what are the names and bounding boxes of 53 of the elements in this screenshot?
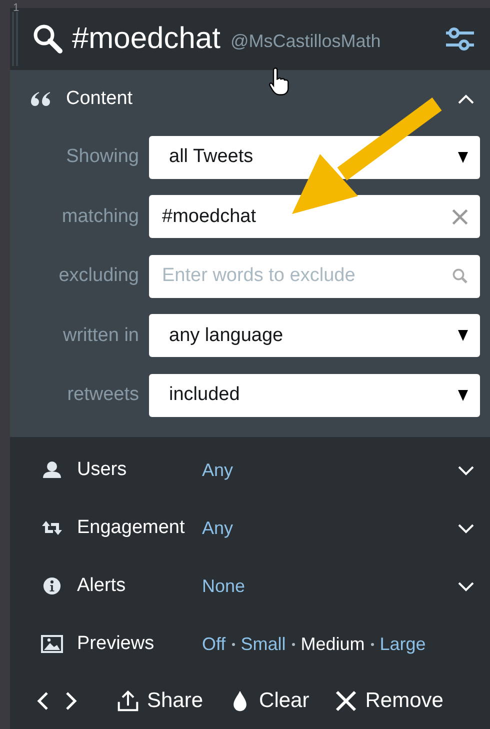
clear-icon[interactable] bbox=[452, 208, 468, 225]
clear-button[interactable]: Clear bbox=[229, 689, 310, 713]
close-icon bbox=[335, 690, 358, 712]
image-icon bbox=[41, 635, 63, 653]
chevron-icon[interactable] bbox=[456, 522, 476, 534]
preview-option[interactable]: Medium bbox=[300, 634, 365, 654]
preview-option[interactable]: Off bbox=[202, 634, 226, 654]
dropdown[interactable]: included bbox=[149, 374, 480, 417]
next-icon[interactable] bbox=[65, 691, 77, 711]
column-number: 1 bbox=[13, 1, 20, 15]
separator-dot bbox=[292, 642, 295, 646]
chevron-icon[interactable] bbox=[456, 580, 476, 592]
account-name: @MsCastillosMath bbox=[230, 31, 381, 52]
info-icon bbox=[41, 577, 63, 595]
filter-label: Showing bbox=[65, 146, 139, 168]
separator-dot bbox=[370, 642, 374, 646]
section-label: Previews bbox=[77, 633, 156, 655]
input-field[interactable]: #moedchat bbox=[149, 195, 480, 238]
section-value: None bbox=[202, 576, 246, 596]
dropdown-arrow-icon bbox=[458, 390, 468, 401]
section-value: Any bbox=[202, 460, 234, 480]
section-label[interactable]: Alerts bbox=[77, 575, 202, 597]
preview-option[interactable]: Small bbox=[240, 634, 286, 654]
search-icon bbox=[452, 268, 468, 284]
filter-label: excluding bbox=[58, 265, 139, 288]
retweet-icon bbox=[41, 519, 63, 537]
user-icon bbox=[41, 461, 63, 479]
dropdown-arrow-icon bbox=[458, 152, 468, 163]
filter-label: matching bbox=[60, 206, 139, 228]
section-label[interactable]: Users bbox=[77, 459, 202, 481]
quote-icon bbox=[30, 90, 52, 108]
previous-icon[interactable] bbox=[37, 691, 49, 711]
column-title: #moedchat bbox=[72, 22, 220, 56]
section-value: Any bbox=[202, 518, 234, 538]
share-button[interactable]: Share bbox=[117, 689, 204, 713]
dropdown[interactable]: all Tweets bbox=[149, 136, 480, 179]
hand-cursor-icon bbox=[268, 66, 290, 96]
settings-icon[interactable] bbox=[444, 26, 476, 52]
dropdown[interactable]: any language bbox=[149, 314, 480, 358]
filter-label: written in bbox=[62, 324, 139, 347]
search-field[interactable]: Enter words to exclude bbox=[149, 254, 480, 298]
chevron-icon[interactable] bbox=[456, 92, 476, 104]
preview-option[interactable]: Large bbox=[380, 634, 426, 654]
drag-handle[interactable] bbox=[12, 12, 18, 66]
share-icon bbox=[117, 690, 139, 712]
dropdown-arrow-icon bbox=[458, 330, 468, 342]
section-label[interactable]: Content bbox=[66, 88, 133, 110]
chevron-icon[interactable] bbox=[456, 464, 476, 476]
search-icon bbox=[32, 22, 64, 55]
filter-label: retweets bbox=[66, 384, 139, 406]
separator-dot bbox=[232, 642, 235, 646]
remove-button[interactable]: Remove bbox=[335, 689, 444, 713]
section-label[interactable]: Engagement bbox=[77, 517, 202, 539]
